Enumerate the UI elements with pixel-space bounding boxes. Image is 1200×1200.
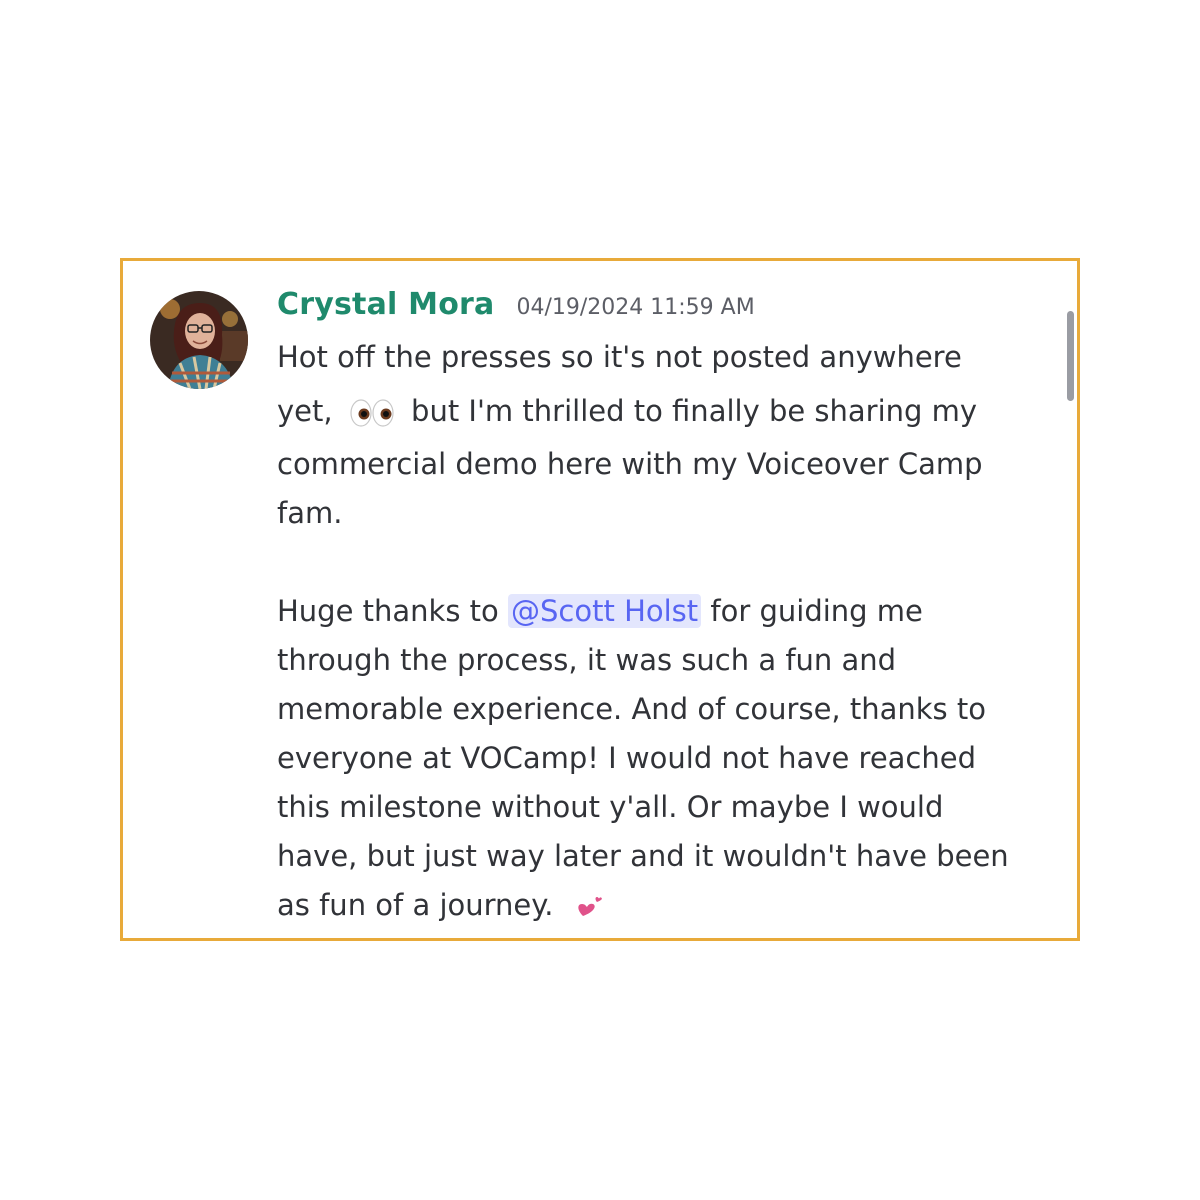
message-line: Huge thanks to @Scott Holst for guiding … [277,587,1057,636]
message-header: Crystal Mora 04/19/2024 11:59 AM [277,287,755,327]
message-timestamp: 04/19/2024 11:59 AM [516,295,755,320]
user-mention[interactable]: @Scott Holst [508,594,702,628]
user-avatar-photo-icon [150,291,248,389]
message-line: commercial demo here with my Voiceover C… [277,447,983,481]
message-line: fam. [277,496,343,530]
author-avatar[interactable] [150,291,248,389]
message-body: Hot off the presses so it's not posted a… [277,333,1057,930]
author-name[interactable]: Crystal Mora [277,287,494,322]
scrollbar[interactable] [1067,311,1074,401]
two-hearts-emoji-icon [575,894,605,920]
message-text: as fun of a journey. [277,888,554,922]
message-text: Huge thanks to [277,594,499,628]
message-line: this milestone without y'all. Or maybe I… [277,790,944,824]
message-line: Hot off the presses so it's not posted a… [277,340,962,374]
message-text: yet, [277,394,333,428]
message-line: memorable experience. And of course, tha… [277,692,986,726]
message-line: everyone at VOCamp! I would not have rea… [277,741,977,775]
message-text: for guiding me [710,594,923,628]
message-line: yet, but I'm thrilled to finally be shar… [277,382,1057,440]
eyes-emoji-icon [350,398,394,428]
message-line: have, but just way later and it wouldn't… [277,839,1009,873]
message-line: through the process, it was such a fun a… [277,643,897,677]
message-line: as fun of a journey. [277,881,1057,930]
message-text: but I'm thrilled to finally be sharing m… [411,394,978,428]
message-card: Crystal Mora 04/19/2024 11:59 AM Hot off… [120,258,1080,941]
